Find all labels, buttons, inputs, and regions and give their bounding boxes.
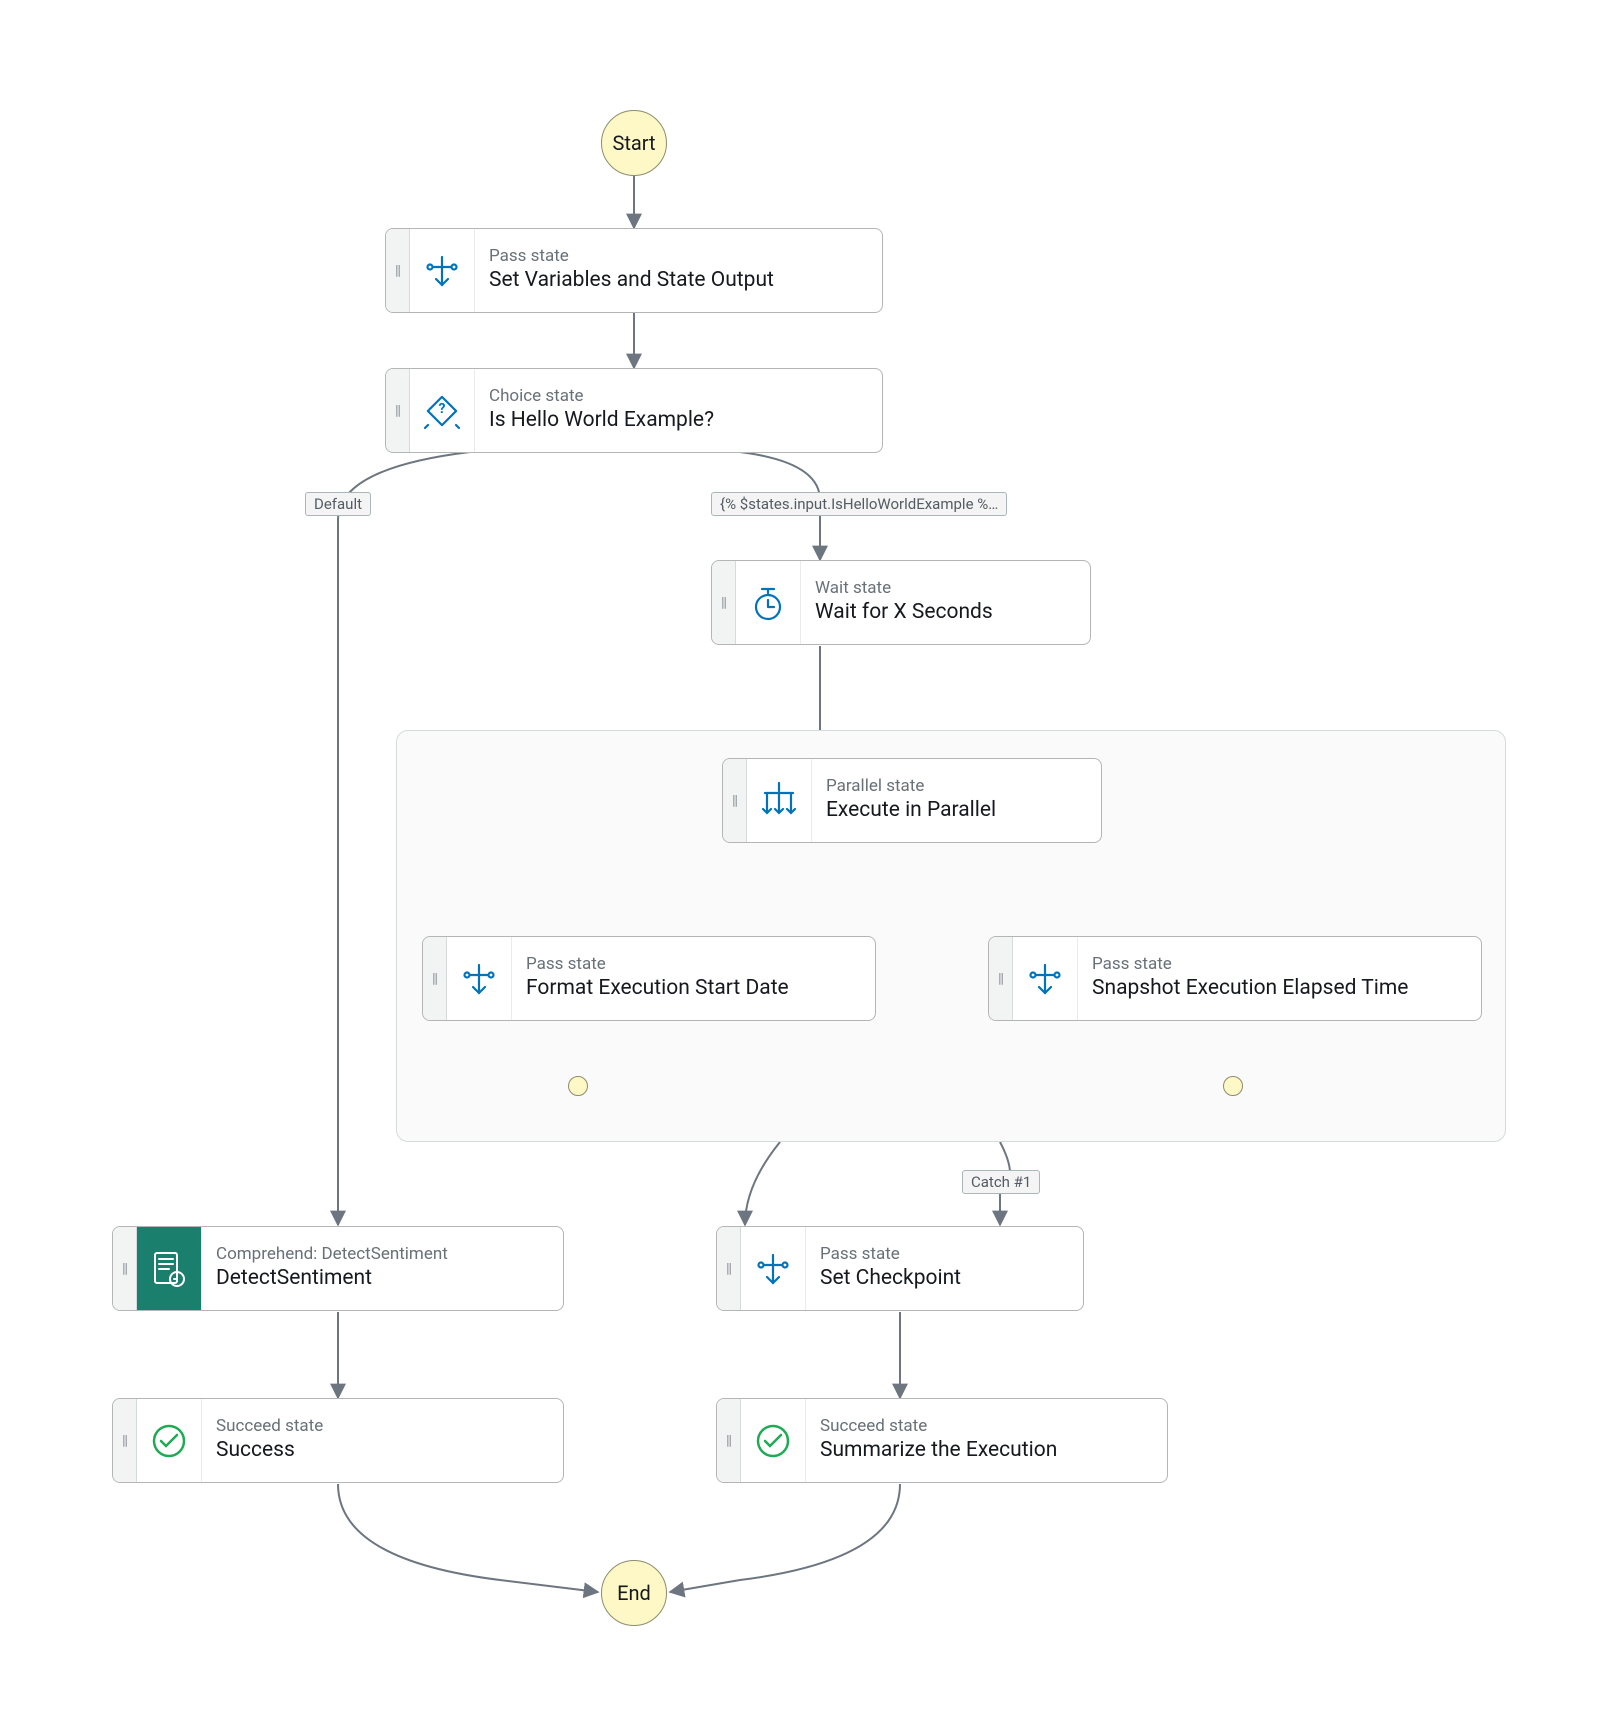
state-set-checkpoint[interactable]: || Pass state Set Checkpoint: [716, 1226, 1084, 1311]
state-type-label: Succeed state: [216, 1416, 547, 1437]
state-title-label: Success: [216, 1437, 547, 1464]
succeed-icon: [741, 1399, 805, 1482]
drag-handle-icon[interactable]: ||: [712, 561, 736, 644]
state-format-date[interactable]: || Pass state Format Execution Start Dat…: [422, 936, 876, 1021]
state-type-label: Pass state: [526, 954, 859, 975]
state-type-label: Pass state: [820, 1244, 1067, 1265]
end-label: End: [617, 1581, 651, 1605]
drag-handle-icon[interactable]: ||: [113, 1399, 137, 1482]
choice-icon: ?: [410, 369, 474, 452]
state-success[interactable]: || Succeed state Success: [112, 1398, 564, 1483]
state-type-label: Pass state: [489, 246, 866, 267]
svg-text:?: ?: [439, 401, 446, 417]
state-type-label: Parallel state: [826, 776, 1085, 797]
end-terminal[interactable]: End: [601, 1560, 667, 1626]
drag-handle-icon[interactable]: ||: [423, 937, 447, 1020]
state-detect-sentiment[interactable]: || Comprehend: DetectSentiment DetectSen…: [112, 1226, 564, 1311]
state-choice[interactable]: || ? Choice state Is Hello World Example…: [385, 368, 883, 453]
state-title-label: Set Checkpoint: [820, 1265, 1067, 1292]
drag-handle-icon[interactable]: ||: [386, 369, 410, 452]
state-title-label: Is Hello World Example?: [489, 407, 866, 434]
state-parallel[interactable]: || Parallel state Execute in Parallel: [722, 758, 1102, 843]
state-type-label: Choice state: [489, 386, 866, 407]
state-title-label: Format Execution Start Date: [526, 975, 859, 1002]
drag-handle-icon[interactable]: ||: [717, 1227, 741, 1310]
comprehend-icon: [137, 1227, 201, 1310]
start-label: Start: [612, 131, 655, 155]
wait-icon: [736, 561, 800, 644]
state-title-label: Wait for X Seconds: [815, 599, 1074, 626]
drag-handle-icon[interactable]: ||: [723, 759, 747, 842]
state-summarize[interactable]: || Succeed state Summarize the Execution: [716, 1398, 1168, 1483]
branch-end-dot: [1223, 1076, 1243, 1096]
state-type-label: Comprehend: DetectSentiment: [216, 1244, 547, 1265]
state-title-label: Set Variables and State Output: [489, 267, 866, 294]
branch-end-dot: [568, 1076, 588, 1096]
pass-icon: [447, 937, 511, 1020]
state-set-vars[interactable]: || Pass state Set Variables and State Ou…: [385, 228, 883, 313]
edge-label-default: Default: [305, 492, 371, 516]
drag-handle-icon[interactable]: ||: [989, 937, 1013, 1020]
state-wait[interactable]: || Wait state Wait for X Seconds: [711, 560, 1091, 645]
state-title-label: Execute in Parallel: [826, 797, 1085, 824]
drag-handle-icon[interactable]: ||: [386, 229, 410, 312]
edge-label-condition: {% $states.input.IsHelloWorldExample %…: [711, 492, 1007, 516]
state-title-label: DetectSentiment: [216, 1265, 547, 1292]
edge-label-catch: Catch #1: [962, 1170, 1040, 1194]
parallel-icon: [747, 759, 811, 842]
drag-handle-icon[interactable]: ||: [113, 1227, 137, 1310]
state-snapshot[interactable]: || Pass state Snapshot Execution Elapsed…: [988, 936, 1482, 1021]
drag-handle-icon[interactable]: ||: [717, 1399, 741, 1482]
state-type-label: Succeed state: [820, 1416, 1151, 1437]
state-title-label: Summarize the Execution: [820, 1437, 1151, 1464]
pass-icon: [1013, 937, 1077, 1020]
state-type-label: Wait state: [815, 578, 1074, 599]
pass-icon: [410, 229, 474, 312]
state-type-label: Pass state: [1092, 954, 1465, 975]
succeed-icon: [137, 1399, 201, 1482]
state-title-label: Snapshot Execution Elapsed Time: [1092, 975, 1465, 1002]
pass-icon: [741, 1227, 805, 1310]
start-terminal[interactable]: Start: [601, 110, 667, 176]
